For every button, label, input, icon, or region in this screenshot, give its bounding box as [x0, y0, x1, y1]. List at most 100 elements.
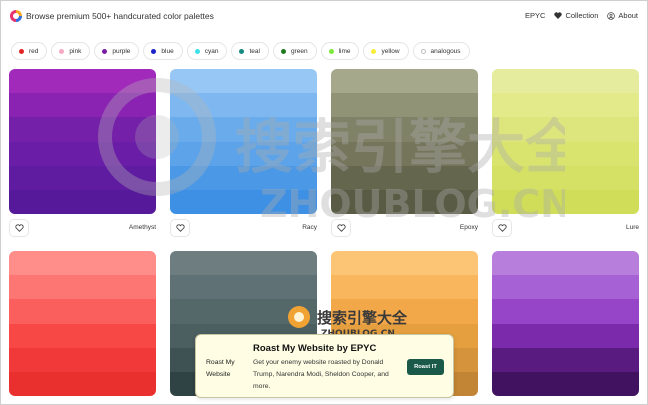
top-header: Browse premium 500+ handcurated color pa…	[0, 0, 648, 34]
filter-chip-label: teal	[249, 47, 260, 55]
color-swatch[interactable]	[331, 69, 478, 94]
color-swatch[interactable]	[9, 93, 156, 118]
color-swatch[interactable]	[170, 117, 317, 142]
color-swatch[interactable]	[170, 69, 317, 94]
color-swatch[interactable]	[492, 347, 639, 372]
color-swatch[interactable]	[9, 275, 156, 300]
palette-name: Epoxy	[459, 224, 478, 231]
palette-swatches[interactable]	[9, 69, 156, 214]
palette-swatches[interactable]	[492, 69, 639, 214]
roast-side-label: Roast My Website	[206, 359, 235, 378]
color-swatch[interactable]	[492, 371, 639, 396]
roast-it-button[interactable]: Roast IT	[407, 359, 444, 375]
filter-chip-label: blue	[161, 47, 174, 55]
color-swatch[interactable]	[331, 165, 478, 190]
nav-about[interactable]: About	[607, 11, 638, 20]
palette-card[interactable]	[492, 251, 639, 396]
color-swatch[interactable]	[170, 189, 317, 214]
heart-outline-icon	[497, 224, 507, 232]
color-swatch[interactable]	[492, 117, 639, 142]
color-swatch[interactable]	[170, 275, 317, 300]
color-swatch[interactable]	[492, 323, 639, 348]
color-dot-icon	[280, 48, 286, 54]
palette-card[interactable]: Epoxy	[331, 69, 478, 237]
palette-footer: Lure	[492, 219, 639, 239]
color-swatch[interactable]	[331, 275, 478, 300]
color-swatch[interactable]	[492, 141, 639, 166]
heart-outline-icon	[336, 224, 346, 232]
palette-card[interactable]: Amethyst	[9, 69, 156, 237]
color-swatch[interactable]	[492, 189, 639, 214]
color-swatch[interactable]	[492, 251, 639, 276]
color-swatch[interactable]	[9, 251, 156, 276]
color-dot-icon	[102, 48, 108, 54]
color-swatch[interactable]	[170, 251, 317, 276]
filter-chip-blue[interactable]: blue	[143, 42, 183, 60]
color-swatch[interactable]	[492, 275, 639, 300]
nav-about-label: About	[618, 11, 638, 20]
palette-swatches[interactable]	[9, 251, 156, 396]
like-button[interactable]	[331, 219, 351, 237]
filter-chip-yellow[interactable]: yellow	[363, 42, 409, 60]
filter-chip-label: purple	[112, 47, 131, 55]
color-swatch[interactable]	[170, 299, 317, 324]
color-swatch[interactable]	[9, 117, 156, 142]
logo-icon[interactable]	[10, 9, 22, 23]
palette-swatches[interactable]	[492, 251, 639, 396]
filter-chip-label: yellow	[381, 47, 400, 55]
color-swatch[interactable]	[331, 251, 478, 276]
roast-title: Roast My Website by EPYC	[253, 343, 377, 354]
like-button[interactable]	[9, 219, 29, 237]
palette-name: Lure	[625, 224, 639, 231]
color-swatch[interactable]	[9, 371, 156, 396]
filter-chip-red[interactable]: red	[11, 42, 48, 60]
brand-tagline: Browse premium 500+ handcurated color pa…	[26, 11, 214, 21]
top-nav: EPYC Collection About	[516, 11, 638, 20]
filter-chip-pink[interactable]: pink	[51, 42, 91, 60]
filter-chip-teal[interactable]: teal	[231, 42, 269, 60]
heart-outline-icon	[175, 224, 185, 232]
palette-name: Racy	[302, 224, 317, 231]
color-swatch[interactable]	[9, 165, 156, 190]
color-swatch[interactable]	[170, 93, 317, 118]
color-dot-icon	[239, 48, 245, 54]
color-swatch[interactable]	[9, 141, 156, 166]
palette-card[interactable]	[9, 251, 156, 396]
color-swatch[interactable]	[331, 299, 478, 324]
color-swatch[interactable]	[9, 347, 156, 372]
palette-card[interactable]: Lure	[492, 69, 639, 237]
palette-footer: Amethyst	[9, 219, 156, 239]
filter-chip-lime[interactable]: lime	[320, 42, 360, 60]
nav-epyc[interactable]: EPYC	[525, 11, 545, 20]
like-button[interactable]	[170, 219, 190, 237]
filter-chip-analogous[interactable]: analogous	[412, 42, 470, 60]
filter-chip-cyan[interactable]: cyan	[186, 42, 228, 60]
color-swatch[interactable]	[331, 117, 478, 142]
palette-swatches[interactable]	[170, 69, 317, 214]
filter-chip-label: cyan	[204, 47, 219, 55]
color-swatch[interactable]	[9, 69, 156, 94]
color-swatch[interactable]	[331, 93, 478, 118]
color-swatch[interactable]	[492, 299, 639, 324]
color-dot-icon	[19, 48, 24, 54]
color-swatch[interactable]	[331, 189, 478, 214]
color-dot-icon	[59, 48, 65, 54]
filter-chip-green[interactable]: green	[272, 42, 317, 60]
color-swatch[interactable]	[170, 165, 317, 190]
filter-chip-purple[interactable]: purple	[94, 42, 140, 60]
palette-swatches[interactable]	[331, 69, 478, 214]
color-swatch[interactable]	[492, 165, 639, 190]
color-swatch[interactable]	[170, 141, 317, 166]
color-swatch[interactable]	[9, 323, 156, 348]
color-swatch[interactable]	[492, 69, 639, 94]
filter-chip-label: analogous	[430, 47, 461, 55]
palette-footer: Racy	[170, 219, 317, 239]
color-dot-icon	[151, 48, 157, 54]
like-button[interactable]	[492, 219, 512, 237]
color-swatch[interactable]	[9, 189, 156, 214]
palette-card[interactable]: Racy	[170, 69, 317, 237]
color-swatch[interactable]	[492, 93, 639, 118]
color-swatch[interactable]	[331, 141, 478, 166]
nav-collection[interactable]: Collection	[554, 11, 598, 20]
color-swatch[interactable]	[9, 299, 156, 324]
